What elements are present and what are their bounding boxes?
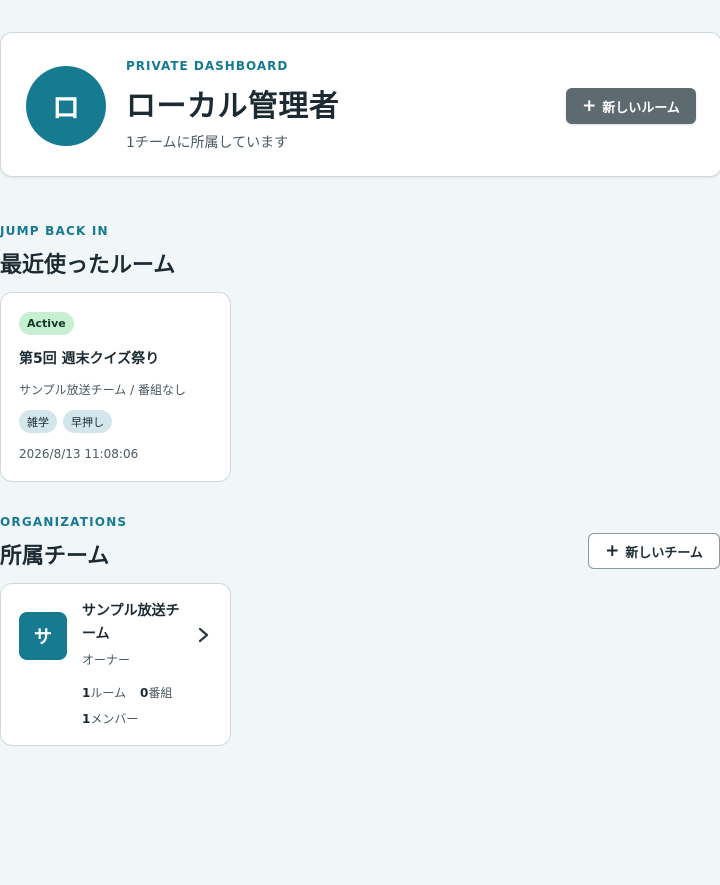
avatar-letter: ロ <box>51 91 80 124</box>
team-card[interactable]: サ サンプル放送チーム オーナー 1ルーム 0番組 1メンバー <box>0 583 231 746</box>
status-badge: Active <box>19 312 74 335</box>
new-room-label: 新しいルーム <box>602 100 680 116</box>
team-rooms-stat: 1ルーム <box>82 686 126 700</box>
profile-eyebrow: PRIVATE DASHBOARD <box>126 59 289 73</box>
new-team-button[interactable]: + 新しいチーム <box>588 533 720 569</box>
plus-icon: + <box>605 540 620 561</box>
page-title: ローカル管理者 <box>126 89 340 124</box>
profile-subtitle: 1チームに所属しています <box>126 135 289 151</box>
recent-title: 最近使ったルーム <box>0 253 176 278</box>
new-room-button[interactable]: + 新しいルーム <box>566 88 696 124</box>
new-team-label: 新しいチーム <box>625 545 703 561</box>
room-card[interactable]: Active 第5回 週末クイズ祭り サンプル放送チーム / 番組なし 雑学 早… <box>0 292 231 482</box>
organizations-eyebrow: ORGANIZATIONS <box>0 515 128 529</box>
team-programs-unit: 番組 <box>148 686 173 700</box>
profile-card: ロ PRIVATE DASHBOARD ローカル管理者 1チームに所属しています… <box>0 32 720 177</box>
team-avatar-letter: サ <box>34 627 52 648</box>
team-members-unit: メンバー <box>90 712 139 726</box>
chevron-right-icon <box>198 627 209 643</box>
recent-eyebrow: JUMP BACK IN <box>0 224 109 238</box>
avatar: ロ <box>26 66 106 146</box>
team-avatar: サ <box>19 612 67 660</box>
team-role: オーナー <box>82 653 131 667</box>
tag-list: 雑学 早押し <box>19 410 112 433</box>
room-meta: サンプル放送チーム / 番組なし <box>19 383 186 397</box>
tag: 雑学 <box>19 410 57 433</box>
team-stats-rooms-programs: 1ルーム 0番組 <box>82 684 172 701</box>
tag: 早押し <box>63 410 112 433</box>
team-name: サンプル放送チーム <box>82 603 180 642</box>
room-timestamp: 2026/8/13 11:08:06 <box>19 447 139 461</box>
organizations-title: 所属チーム <box>0 544 110 569</box>
team-stats-members: 1メンバー <box>82 710 138 727</box>
team-rooms-unit: ルーム <box>90 686 126 700</box>
room-title: 第5回 週末クイズ祭り <box>19 351 160 367</box>
team-programs-stat: 0番組 <box>140 686 172 700</box>
plus-icon: + <box>582 95 597 116</box>
